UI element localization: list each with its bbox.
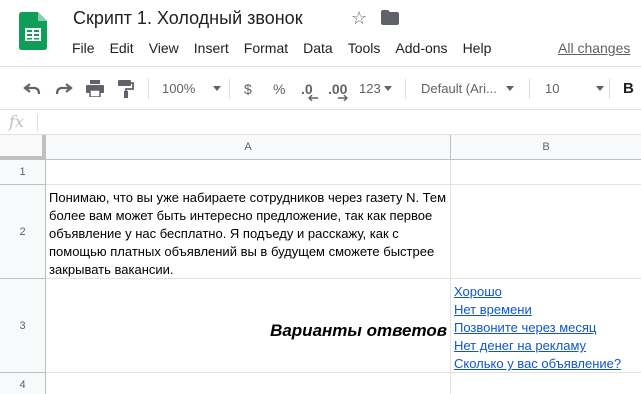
spreadsheet-grid: A B 1 2 Понимаю, что вы уже набираете со… [0, 135, 641, 394]
bold-button[interactable]: B [623, 67, 634, 110]
undo-icon[interactable] [23, 67, 41, 110]
sheets-logo-icon[interactable] [19, 12, 47, 50]
chevron-down-icon [596, 86, 605, 91]
menu-view[interactable]: View [149, 40, 179, 58]
increase-decimals-button[interactable]: .00 [328, 67, 347, 110]
answer-link-price[interactable]: Сколько у вас объявление? [454, 355, 621, 373]
answer-link-call-later[interactable]: Позвоните через месяц [454, 319, 621, 337]
row-header-2[interactable]: 2 [0, 185, 46, 279]
toolbar-separator [529, 79, 530, 99]
star-icon[interactable]: ☆ [351, 8, 367, 29]
cell-a1[interactable] [46, 160, 451, 185]
arrow-left-icon [308, 95, 318, 101]
answer-options-label: Варианты ответов [270, 321, 447, 340]
column-header-a[interactable]: A [46, 135, 451, 160]
cell-a2[interactable]: Понимаю, что вы уже набираете сотруднико… [46, 185, 451, 279]
print-icon[interactable] [86, 67, 104, 110]
cell-b3[interactable]: Хорошо Нет времени Позвоните через месяц… [451, 279, 641, 373]
chevron-down-icon [213, 86, 222, 91]
decrease-decimals-button[interactable]: .0 [301, 67, 313, 110]
chevron-down-icon [383, 86, 392, 91]
toolbar-separator [148, 79, 149, 99]
all-changes-link[interactable]: All changes [558, 40, 630, 56]
row-header-4[interactable]: 4 [0, 373, 46, 394]
menu-file[interactable]: File [72, 40, 95, 58]
font-size-value: 10 [545, 81, 560, 96]
arrow-right-icon [338, 95, 348, 101]
font-size-select[interactable]: 10 [545, 67, 605, 110]
percent-format-button[interactable]: % [273, 67, 285, 110]
title-bar: Скрипт 1. Холодный звонок ☆ File Edit Vi… [0, 0, 641, 66]
menu-insert[interactable]: Insert [194, 40, 229, 58]
column-header-b[interactable]: B [451, 135, 641, 160]
cell-b1[interactable] [451, 160, 641, 185]
toolbar-separator [609, 79, 610, 99]
row-header-3[interactable]: 3 [0, 279, 46, 373]
answer-link-no-time[interactable]: Нет времени [454, 301, 621, 319]
cell-a2-text: Понимаю, что вы уже набираете сотруднико… [49, 190, 447, 277]
answer-link-ok[interactable]: Хорошо [454, 283, 621, 301]
chevron-down-icon [505, 86, 514, 91]
row-header-1[interactable]: 1 [0, 160, 46, 185]
answer-link-no-budget[interactable]: Нет денег на рекламу [454, 337, 621, 355]
zoom-value: 100% [162, 81, 196, 96]
answer-links-list: Хорошо Нет времени Позвоните через месяц… [454, 283, 621, 373]
formula-separator [37, 114, 38, 131]
cell-a3[interactable]: Варианты ответов [46, 279, 451, 373]
menu-addons[interactable]: Add-ons [395, 40, 447, 58]
font-family-select[interactable]: Default (Ari... [421, 67, 514, 110]
cell-b2[interactable] [451, 185, 641, 279]
menu-format[interactable]: Format [244, 40, 288, 58]
menu-bar: File Edit View Insert Format Data Tools … [72, 40, 630, 58]
font-family-value: Default (Ari... [421, 81, 497, 96]
toolbar: 100% $ % .0 .00 123 Default (Ari... 10 B [0, 66, 641, 110]
formula-bar: fx [0, 110, 641, 135]
menu-tools[interactable]: Tools [348, 40, 381, 58]
more-formats-select[interactable]: 123 [359, 67, 392, 110]
toolbar-separator [229, 79, 230, 99]
fx-icon: fx [9, 112, 24, 131]
menu-data[interactable]: Data [303, 40, 333, 58]
cell-b4[interactable] [451, 373, 641, 394]
folder-icon[interactable] [381, 10, 399, 30]
paint-format-icon[interactable] [118, 67, 134, 110]
formula-input[interactable] [44, 114, 634, 131]
currency-format-button[interactable]: $ [244, 67, 252, 110]
document-title[interactable]: Скрипт 1. Холодный звонок [73, 8, 303, 29]
menu-edit[interactable]: Edit [110, 40, 134, 58]
redo-icon[interactable] [55, 67, 73, 110]
cell-a4[interactable] [46, 373, 451, 394]
menu-help[interactable]: Help [463, 40, 492, 58]
toolbar-separator [405, 79, 406, 99]
zoom-select[interactable]: 100% [162, 67, 222, 110]
more-formats-label: 123 [359, 81, 381, 96]
select-all-corner[interactable] [0, 135, 46, 160]
